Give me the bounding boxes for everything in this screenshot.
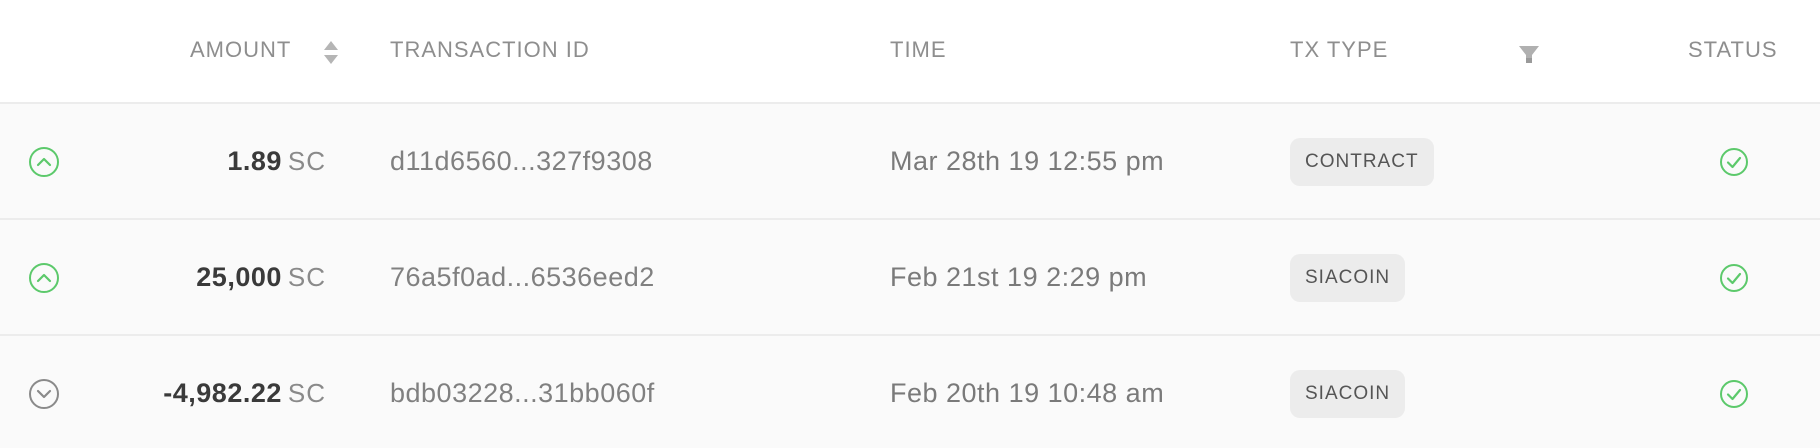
transaction-time: Mar 28th 19 12:55 pm — [890, 146, 1165, 176]
amount-cell: -4,982.22 SC — [163, 376, 326, 415]
tx-type-badge: CONTRACT — [1290, 138, 1434, 186]
chevron-up-circle-icon — [29, 147, 59, 177]
amount-value: 1.89 — [227, 146, 282, 176]
transaction-id[interactable]: d11d6560...327f9308 — [390, 144, 653, 178]
filter-icon[interactable] — [1518, 44, 1540, 66]
amount-unit: SC — [287, 146, 326, 176]
column-header-time: TIME — [890, 37, 947, 62]
amount-cell: 1.89 SC — [227, 144, 326, 183]
column-header-status: STATUS — [1688, 37, 1778, 62]
column-header-amount[interactable]: AMOUNT — [190, 36, 291, 64]
amount-cell: 25,000 SC — [196, 260, 326, 299]
table-header: AMOUNT TRANSACTION ID TIME TX TYPE STATU… — [0, 0, 1820, 104]
transaction-time: Feb 21st 19 2:29 pm — [890, 262, 1148, 292]
tx-type-badge: SIACOIN — [1290, 254, 1406, 302]
table-row[interactable]: 25,000 SC 76a5f0ad...6536eed2 Feb 21st 19… — [0, 220, 1820, 336]
column-header-tx-type: TX TYPE — [1290, 37, 1389, 62]
transaction-id[interactable]: bdb03228...31bb060f — [390, 376, 655, 410]
amount-value: -4,982.22 — [163, 378, 282, 408]
transaction-time: Feb 20th 19 10:48 am — [890, 378, 1165, 408]
sort-icon[interactable] — [322, 38, 340, 68]
check-circle-icon — [1720, 380, 1748, 408]
chevron-up-circle-icon — [29, 263, 59, 293]
transactions-table: AMOUNT TRANSACTION ID TIME TX TYPE STATU… — [0, 0, 1820, 448]
table-row[interactable]: 1.89 SC d11d6560...327f9308 Mar 28th 19 1… — [0, 104, 1820, 220]
check-circle-icon — [1720, 148, 1748, 176]
amount-unit: SC — [287, 378, 326, 408]
amount-unit: SC — [287, 262, 326, 292]
chevron-down-circle-icon — [29, 379, 59, 409]
transaction-id[interactable]: 76a5f0ad...6536eed2 — [390, 260, 655, 294]
check-circle-icon — [1720, 264, 1748, 292]
tx-type-badge: SIACOIN — [1290, 370, 1406, 418]
amount-value: 25,000 — [196, 262, 282, 292]
table-row[interactable]: -4,982.22 SC bdb03228...31bb060f Feb 20th… — [0, 336, 1820, 448]
column-header-transaction-id: TRANSACTION ID — [390, 37, 590, 62]
